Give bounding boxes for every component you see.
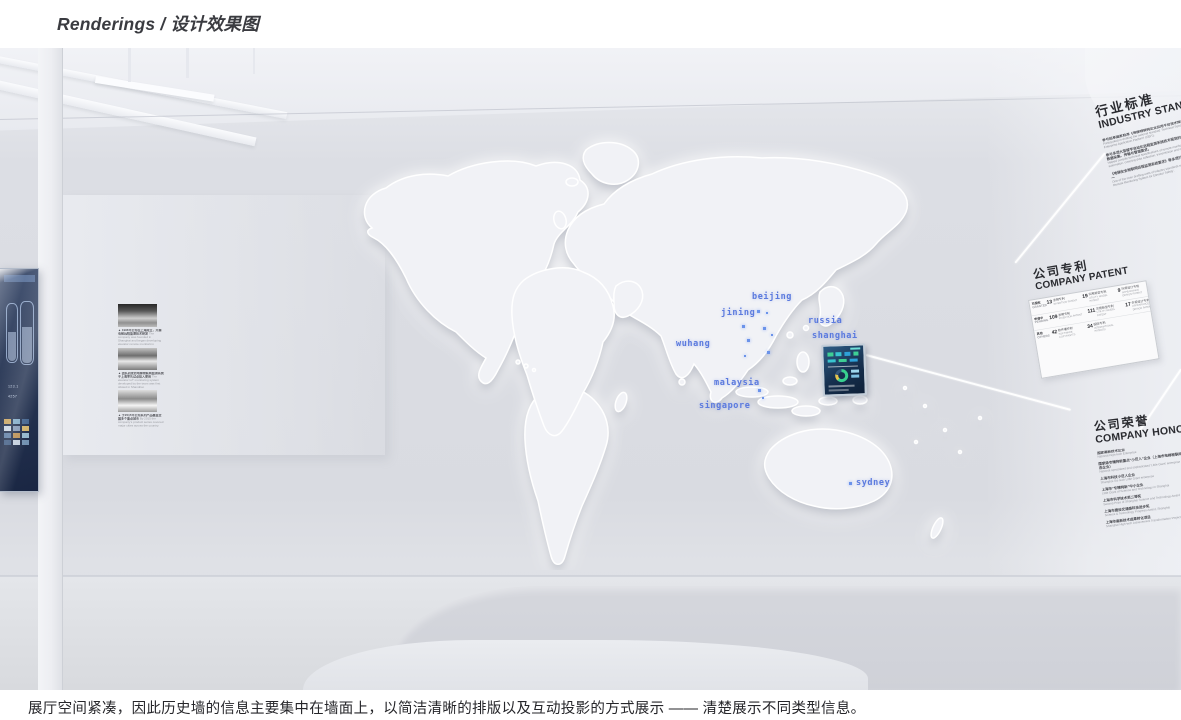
city-label-wuhang: wuhang	[676, 339, 710, 349]
patent-label-en: SOFTWARE COPYRIGHTS	[1058, 330, 1075, 338]
city-marker-dot	[747, 339, 750, 342]
photo-caption: ▲ 团队研发的电梯物联网监测系统于上海率先试点投入使用 The elevator…	[118, 372, 164, 388]
patent-row-header-en: OTHERS	[1037, 334, 1050, 339]
pacific-island	[944, 429, 947, 432]
pacific-island	[915, 441, 918, 444]
ceiling-pipe	[253, 48, 255, 74]
caribbean-island	[516, 360, 520, 364]
madagascar-island	[613, 391, 629, 413]
tablet-stat-block	[844, 352, 850, 356]
caribbean-island	[524, 364, 528, 368]
wall-floor-edge	[0, 575, 1181, 577]
ceiling-pipe	[128, 48, 131, 82]
tablet-stat-block	[828, 359, 836, 362]
page: Renderings / 设计效果图	[0, 0, 1181, 720]
history-photo	[118, 390, 157, 412]
hainan-island	[787, 332, 793, 338]
tablet-text-row	[829, 385, 855, 388]
city-marker-dot	[771, 334, 773, 336]
patent-count: 109	[1049, 314, 1059, 325]
city-label-sydney: sydney	[856, 478, 890, 488]
history-photo	[118, 304, 157, 327]
tablet-stat-block	[835, 352, 841, 356]
new-zealand-island	[929, 516, 946, 539]
city-label-singapore: singapore	[699, 401, 750, 411]
city-label-russia: russia	[808, 316, 842, 326]
city-marker-dot	[742, 325, 745, 328]
caribbean-island	[533, 369, 536, 372]
patent-row-header-en: PENDING	[1035, 319, 1049, 324]
pacific-island	[904, 387, 907, 390]
tablet-donut-hole	[838, 372, 845, 379]
city-label-malaysia: malaysia	[714, 378, 760, 388]
tablet-text-row	[829, 389, 849, 392]
patent-label-en: APPEARANCE DESIGN PATENT	[1132, 302, 1153, 311]
city-marker-dot	[762, 397, 764, 399]
indonesia-island	[792, 406, 820, 416]
continent-greenland	[583, 143, 638, 185]
city-marker-dot	[849, 482, 852, 485]
tablet-stat-block	[839, 359, 847, 362]
city-marker-dot	[767, 351, 770, 354]
iceland-island	[566, 178, 578, 186]
tablet-stat-block	[827, 352, 833, 356]
indonesia-island	[736, 387, 768, 397]
patent-label-en: APPEARANCE DESIGN PATENT	[1122, 288, 1143, 297]
indonesia-island	[819, 397, 837, 405]
city-marker-dot	[757, 310, 760, 313]
philippines-island	[797, 352, 809, 372]
city-marker-dot	[763, 327, 766, 330]
rendering-image: ▲ 1996年公司在上海成立，开展电梯远程监测技术研发 The company …	[0, 48, 1181, 690]
tablet-donut-gauge	[835, 369, 848, 382]
map-tablet-screen	[821, 343, 867, 397]
photo-caption-cn: ▲ 1996年公司在上海成立，开展电梯远程监测技术研发	[118, 329, 161, 336]
tablet-status-bar	[850, 347, 860, 349]
city-label-shanghai: shanghai	[812, 331, 858, 341]
tablet-stat-block	[853, 351, 858, 355]
world-map	[320, 130, 1020, 570]
tablet-stat-block	[851, 374, 859, 377]
photo-caption: ▲ 1996年公司在上海成立，开展电梯远程监测技术研发 The company …	[118, 329, 164, 345]
screen-glass-reflection	[0, 269, 38, 491]
pacific-island	[959, 451, 962, 454]
city-label-jining: jining	[721, 308, 755, 318]
page-title: Renderings / 设计效果图	[57, 11, 259, 36]
pacific-island	[979, 417, 982, 420]
borneo-island	[783, 377, 797, 385]
continent-australia	[765, 429, 892, 509]
city-marker-dot	[744, 355, 746, 357]
sri-lanka-island	[679, 379, 685, 385]
ceiling-pipe	[186, 48, 189, 78]
photo-caption: ▲ 于2015年公司系列产品覆盖全国多个重点城市 By 2015 the com…	[118, 414, 164, 430]
tablet-stat-block	[850, 359, 858, 362]
left-monitor-screen: 123.1 4257	[0, 268, 39, 492]
patent-count: 111	[1087, 308, 1096, 319]
history-photo	[118, 348, 157, 370]
tablet-stat-block	[851, 369, 859, 372]
left-wall-column	[38, 48, 63, 690]
island	[853, 396, 867, 404]
pacific-island	[924, 405, 927, 408]
tablet-divider	[828, 366, 858, 368]
footer-caption: 展厅空间紧凑，因此历史墙的信息主要集中在墙面上，以简洁清晰的排版以及互动投影的方…	[28, 697, 865, 718]
taiwan-island	[804, 326, 809, 331]
city-label-beijing: beijing	[752, 292, 792, 302]
city-marker-dot	[758, 389, 761, 392]
indonesia-island	[758, 396, 798, 408]
city-marker-dot	[766, 312, 768, 314]
